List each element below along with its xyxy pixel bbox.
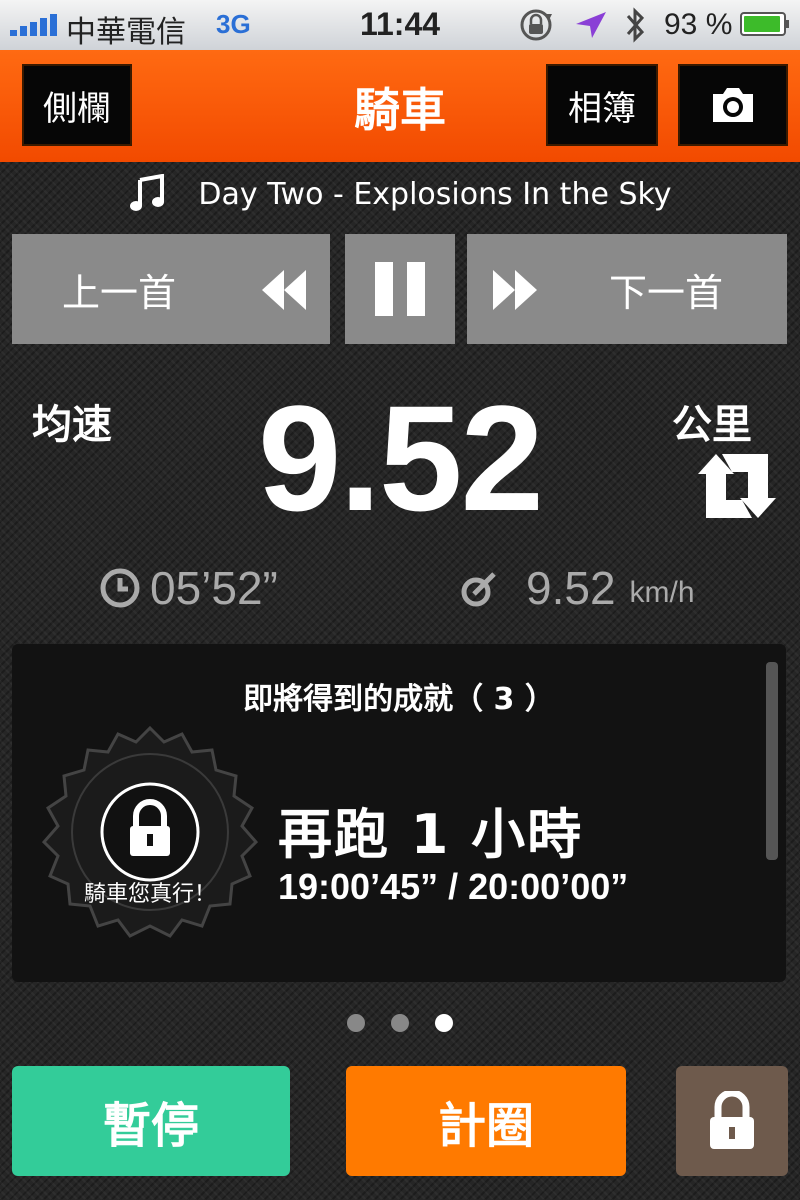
swap-units-icon[interactable] [698,452,776,520]
page-dot-2[interactable] [391,1014,409,1032]
album-button[interactable]: 相簿 [546,64,658,146]
speed-value: 9.52 [526,562,616,614]
camera-button[interactable] [678,64,788,146]
speed-stat: 9.52 km/h [460,560,695,616]
speedometer-icon [461,572,496,607]
lap-button-label: 計圈 [437,1098,534,1154]
pause-music-button[interactable] [345,234,455,344]
song-title: Day Two - Explosions In the Sky [198,176,672,212]
lap-button[interactable]: 計圈 [346,1066,626,1176]
rewind-icon [262,270,306,310]
achievement-progress: 19:00’45” / 20:00’00” [278,866,629,907]
pause-icon [375,262,425,316]
bluetooth-icon [626,7,645,43]
battery-percent: 93 % [664,8,733,41]
pause-button-label: 暫停 [102,1098,199,1154]
now-playing: Day Two - Explosions In the Sky [0,172,800,216]
achievement-panel-title: 即將得到的成就（ 3 ） [243,682,555,717]
camera-icon [713,88,753,122]
rotation-lock-icon [520,9,552,41]
lock-button[interactable] [676,1066,788,1176]
status-bar: 中華電信 3G 11:44 93 % [0,0,800,50]
location-icon [576,12,606,38]
nav-bar: 側欄 騎車 相簿 [0,50,800,162]
speed-unit: km/h [629,576,695,609]
page-dot-1[interactable] [347,1014,365,1032]
pause-button[interactable]: 暫停 [12,1066,290,1176]
lock-icon [710,1091,754,1149]
unit-label: 公里 [672,402,752,448]
page-indicator[interactable] [0,1014,800,1034]
music-note-icon [130,174,165,211]
fast-forward-icon [493,270,537,310]
page-dot-3[interactable] [435,1014,453,1032]
next-track-label: 下一首 [609,270,724,315]
achievement-panel[interactable]: 即將得到的成就（ 3 ） 騎車您真行！ 再跑 1 小時 19:00’45” / … [12,644,786,982]
battery-icon [740,12,789,36]
duration-stat: 05’52” [100,560,278,616]
panel-scrollbar[interactable] [766,662,778,860]
achievement-goal: 再跑 1 小時 [278,803,584,866]
album-button-label: 相簿 [568,88,636,129]
next-track-button[interactable]: 下一首 [467,234,787,344]
achievement-seal-icon [41,725,259,938]
clock-icon [100,568,140,608]
duration-value: 05’52” [150,562,278,614]
badge-caption: 騎車您真行！ [83,882,216,907]
previous-track-button[interactable]: 上一首 [12,234,330,344]
previous-track-label: 上一首 [62,270,177,315]
